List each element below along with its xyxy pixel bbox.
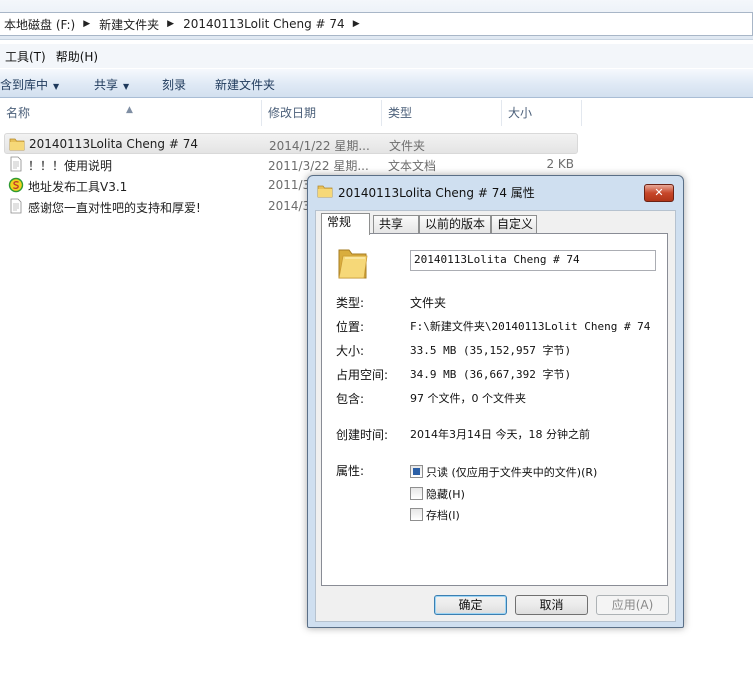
menu-bar: 工具(T) 帮助(H) xyxy=(0,44,753,68)
share-button[interactable]: 共享 ▼ xyxy=(94,76,129,93)
new-folder-button[interactable]: 新建文件夹 xyxy=(215,76,275,93)
contains-label: 包含: xyxy=(336,392,365,406)
checkbox-icon xyxy=(410,487,423,500)
file-type: 文件夹 xyxy=(389,139,426,153)
column-header-size[interactable]: 大小 xyxy=(502,100,582,126)
file-size: 2 KB xyxy=(546,157,574,171)
created-value: 2014年3月14日 今天，18 分钟之前 xyxy=(410,428,590,441)
column-name-label: 名称 xyxy=(6,106,31,120)
chevron-right-icon[interactable]: ▶ xyxy=(353,19,360,29)
text-file-icon xyxy=(10,156,22,172)
sort-ascending-icon: ▲ xyxy=(126,105,133,115)
tab-sharing[interactable]: 共享 xyxy=(373,215,419,233)
menu-help[interactable]: 帮助(H) xyxy=(51,48,103,65)
column-header-type[interactable]: 类型 xyxy=(382,100,502,126)
size-on-disk-value: 34.9 MB (36,667,392 字节) xyxy=(410,368,572,381)
breadcrumb-folder[interactable]: 新建文件夹 xyxy=(99,16,159,33)
ok-button[interactable]: 确定 xyxy=(434,595,507,615)
contains-value: 97 个文件，0 个文件夹 xyxy=(410,392,526,405)
column-headers: 名称 ▲ 修改日期 类型 大小 xyxy=(0,100,753,126)
archive-label: 存档(I) xyxy=(426,509,460,522)
file-name: 地址发布工具V3.1 xyxy=(28,180,128,194)
text-file-icon xyxy=(10,198,22,214)
file-name: ！！！使用说明 xyxy=(28,159,113,173)
created-label: 创建时间: xyxy=(336,428,389,442)
type-label: 类型: xyxy=(336,296,365,310)
size-on-disk-label: 占用空间: xyxy=(336,368,389,382)
share-label: 共享 xyxy=(94,78,119,92)
menu-tools[interactable]: 工具(T) xyxy=(0,48,51,65)
size-value: 33.5 MB (35,152,957 字节) xyxy=(410,344,572,357)
breadcrumb-drive[interactable]: 本地磁盘 (F:) xyxy=(4,16,75,33)
command-bar: 包含到库中 ▼ 共享 ▼ 刻录 新建文件夹 xyxy=(0,68,753,98)
breadcrumb[interactable]: 本地磁盘 (F:) ▶ 新建文件夹 ▶ 20140113Lolit Cheng … xyxy=(0,12,753,36)
tab-customize[interactable]: 自定义 xyxy=(491,215,537,233)
apply-button[interactable]: 应用(A) xyxy=(596,595,669,615)
folder-icon xyxy=(9,138,25,151)
cancel-button[interactable]: 取消 xyxy=(515,595,588,615)
dialog-title: 20140113Lolita Cheng # 74 属性 xyxy=(338,186,535,200)
location-value: F:\新建文件夹\20140113Lolit Cheng # 74 xyxy=(410,320,651,333)
size-label: 大小: xyxy=(336,344,365,358)
chevron-right-icon[interactable]: ▶ xyxy=(83,19,90,29)
archive-checkbox[interactable]: 存档(I) xyxy=(410,507,460,522)
hidden-label: 隐藏(H) xyxy=(426,488,465,501)
divider xyxy=(336,282,654,283)
file-name: 20140113Lolita Cheng # 74 xyxy=(29,137,198,151)
dropdown-arrow-icon: ▼ xyxy=(53,82,60,91)
tab-previous-versions[interactable]: 以前的版本 xyxy=(419,215,491,233)
file-type: 文本文档 xyxy=(388,159,437,173)
close-icon: ✕ xyxy=(654,186,664,199)
folder-icon xyxy=(338,249,368,279)
include-in-library-label: 包含到库中 xyxy=(0,78,49,92)
chevron-right-icon[interactable]: ▶ xyxy=(167,19,174,29)
readonly-label: 只读 (仅应用于文件夹中的文件)(R) xyxy=(426,466,598,479)
address-bar: 本地磁盘 (F:) ▶ 新建文件夹 ▶ 20140113Lolit Cheng … xyxy=(0,0,753,40)
close-button[interactable]: ✕ xyxy=(644,184,674,202)
general-panel: 20140113Lolita Cheng # 74 类型: 文件夹 位置: F:… xyxy=(321,233,668,586)
folder-name-input[interactable]: 20140113Lolita Cheng # 74 xyxy=(410,250,656,271)
divider xyxy=(336,413,654,414)
burn-button[interactable]: 刻录 xyxy=(162,76,186,93)
type-value: 文件夹 xyxy=(410,296,447,310)
attributes-label: 属性: xyxy=(336,464,365,478)
column-header-modified[interactable]: 修改日期 xyxy=(262,100,382,126)
file-modified: 2014/1/22 星期... xyxy=(269,139,370,153)
checkbox-icon xyxy=(410,508,423,521)
include-in-library-button[interactable]: 包含到库中 ▼ xyxy=(0,76,59,93)
file-name: 感谢您一直对性吧的支持和厚爱! xyxy=(28,201,201,215)
readonly-checkbox[interactable]: 只读 (仅应用于文件夹中的文件)(R) xyxy=(410,464,598,479)
list-item[interactable]: ！！！使用说明 2011/3/22 星期... 文本文档 2 KB xyxy=(4,154,578,175)
folder-icon xyxy=(317,185,333,198)
column-header-name[interactable]: 名称 ▲ xyxy=(0,100,262,126)
location-label: 位置: xyxy=(336,320,365,334)
file-modified: 2011/3/22 星期... xyxy=(268,159,369,173)
divider xyxy=(336,449,654,450)
properties-dialog: 20140113Lolita Cheng # 74 属性 ✕ 常规 共享 以前的… xyxy=(307,175,684,628)
dropdown-arrow-icon: ▼ xyxy=(123,82,130,91)
hidden-checkbox[interactable]: 隐藏(H) xyxy=(410,486,465,501)
tab-general[interactable]: 常规 xyxy=(321,213,370,235)
app-icon xyxy=(8,177,24,193)
list-item[interactable]: 20140113Lolita Cheng # 74 2014/1/22 星期..… xyxy=(4,133,578,154)
checkbox-mixed-icon xyxy=(410,465,423,478)
breadcrumb-subfolder[interactable]: 20140113Lolit Cheng # 74 xyxy=(183,17,345,31)
